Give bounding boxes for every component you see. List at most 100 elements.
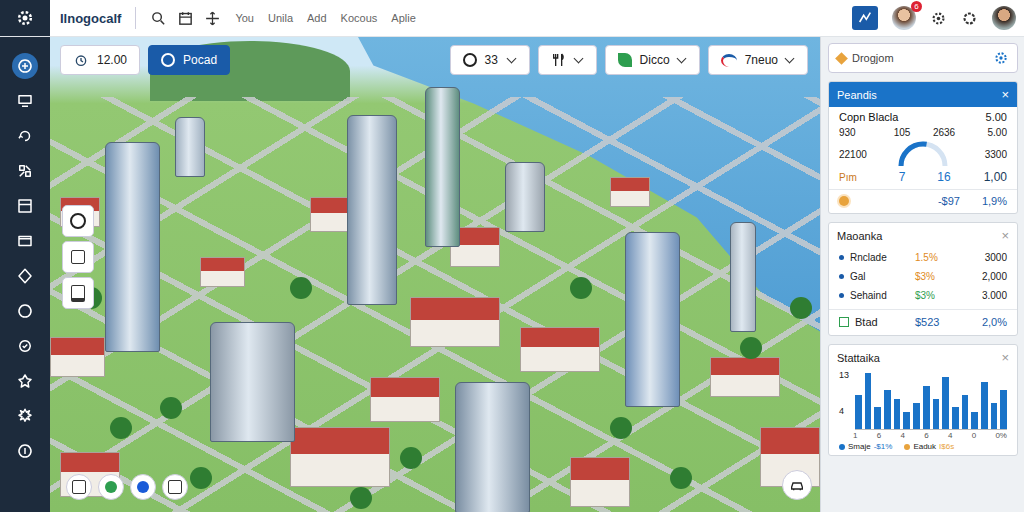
house[interactable] (710, 357, 780, 397)
sidebar-item[interactable] (12, 438, 38, 464)
select-tool[interactable] (62, 241, 94, 273)
calendar-button[interactable] (162, 474, 188, 500)
market-row[interactable]: Rnclade1.5%3000 (829, 248, 1017, 267)
circle-icon (161, 53, 175, 67)
bar[interactable] (933, 399, 940, 429)
bar[interactable] (894, 399, 901, 429)
status-dot (839, 274, 844, 279)
tower[interactable] (455, 382, 530, 512)
bar[interactable] (1000, 390, 1007, 429)
tower[interactable] (347, 115, 397, 305)
house[interactable] (370, 377, 440, 422)
chevron-icon (785, 54, 795, 64)
tools-dropdown[interactable] (538, 45, 597, 75)
nav-item[interactable]: You (235, 12, 254, 24)
calendar-icon[interactable] (177, 10, 194, 27)
profile-avatar[interactable] (992, 6, 1016, 30)
tool-icon (16, 267, 34, 285)
bar[interactable] (874, 407, 881, 429)
legend-item: Smaje-$1% (839, 442, 892, 451)
settings-tile[interactable] (0, 0, 50, 36)
trend-button[interactable] (852, 6, 878, 30)
tower[interactable] (105, 142, 160, 352)
sidebar-item[interactable] (12, 403, 38, 429)
camera-button[interactable] (782, 470, 812, 500)
tower[interactable] (210, 322, 295, 442)
bar[interactable] (991, 403, 998, 429)
tool-icon (16, 372, 34, 390)
green-button[interactable] (98, 474, 124, 500)
sidebar-item[interactable] (12, 228, 38, 254)
house[interactable] (570, 457, 630, 507)
sidebar-item[interactable] (12, 123, 38, 149)
image-tool[interactable] (62, 277, 94, 309)
close-button[interactable]: × (1001, 88, 1009, 101)
time-display[interactable]: 12.00 (60, 45, 140, 75)
house[interactable] (520, 327, 600, 372)
house[interactable] (50, 337, 105, 377)
house[interactable] (410, 297, 500, 347)
grid-cell: 22100 (839, 149, 881, 160)
emoji-tool[interactable] (62, 205, 94, 237)
close-button[interactable]: × (1001, 351, 1009, 364)
chevron-icon (573, 54, 583, 64)
nav-item[interactable]: Kocous (341, 12, 378, 24)
primary-button[interactable]: Pocad (148, 45, 230, 75)
bar[interactable] (903, 412, 910, 429)
market-row[interactable]: Gal$3%2,000 (829, 267, 1017, 286)
panel-header[interactable]: Drogjom (828, 43, 1018, 73)
tower[interactable] (730, 222, 756, 332)
bar[interactable] (865, 373, 872, 429)
nav-item[interactable]: Add (307, 12, 327, 24)
move-icon[interactable] (204, 10, 221, 27)
sidebar-item[interactable] (12, 158, 38, 184)
bar[interactable] (942, 377, 949, 429)
settings-icon[interactable] (961, 10, 978, 27)
logo[interactable]: Ilnogocalf (60, 11, 121, 26)
bar[interactable] (855, 395, 862, 429)
gear-icon[interactable] (930, 10, 947, 27)
bar[interactable] (952, 407, 959, 429)
user-avatar[interactable]: 6 (892, 6, 916, 30)
house[interactable] (200, 257, 245, 287)
bar[interactable] (884, 390, 891, 429)
count-dropdown[interactable]: 33 (450, 45, 530, 75)
x-axis: 1646400% (829, 430, 1017, 440)
house[interactable] (290, 427, 390, 487)
search-icon[interactable] (150, 10, 167, 27)
sidebar-item[interactable] (12, 193, 38, 219)
gear-icon[interactable] (993, 50, 1009, 66)
nav-item[interactable]: Aplie (391, 12, 415, 24)
tower[interactable] (175, 117, 205, 177)
circle-icon (463, 53, 477, 67)
tree (610, 417, 632, 439)
view-dropdown[interactable]: 7neuo (708, 45, 808, 75)
tower[interactable] (625, 232, 680, 407)
sidebar-item[interactable] (12, 88, 38, 114)
tower[interactable] (505, 162, 545, 232)
house[interactable] (610, 177, 650, 207)
bar[interactable] (962, 395, 969, 429)
layers-button[interactable] (66, 474, 92, 500)
sidebar-item[interactable] (12, 333, 38, 359)
bar[interactable] (971, 412, 978, 429)
city-view[interactable]: 12.00 Pocad 33 Dicco 7neuo (50, 37, 820, 512)
top-bar: Ilnogocalf You Unila Add Kocous Aplie 6 (0, 0, 1024, 37)
bar[interactable] (981, 382, 988, 429)
nav-item[interactable]: Unila (268, 12, 293, 24)
bar[interactable] (913, 403, 920, 429)
market-row[interactable]: Sehaind$3%3.000 (829, 286, 1017, 305)
stats-card: Stattaika×1341646400%Smaje-$1%EadukI$6s (828, 344, 1018, 456)
sidebar-item[interactable] (12, 53, 38, 79)
close-button[interactable]: × (1001, 229, 1009, 242)
top-bar-actions: 6 (852, 6, 1016, 30)
sidebar-item[interactable] (12, 368, 38, 394)
bar[interactable] (923, 386, 930, 429)
grid-cell: 3300 (965, 149, 1007, 160)
tree (190, 467, 212, 489)
tower[interactable] (425, 87, 460, 247)
mode-dropdown[interactable]: Dicco (605, 45, 700, 75)
sidebar-item[interactable] (12, 298, 38, 324)
sidebar-item[interactable] (12, 263, 38, 289)
chat-button[interactable] (130, 474, 156, 500)
